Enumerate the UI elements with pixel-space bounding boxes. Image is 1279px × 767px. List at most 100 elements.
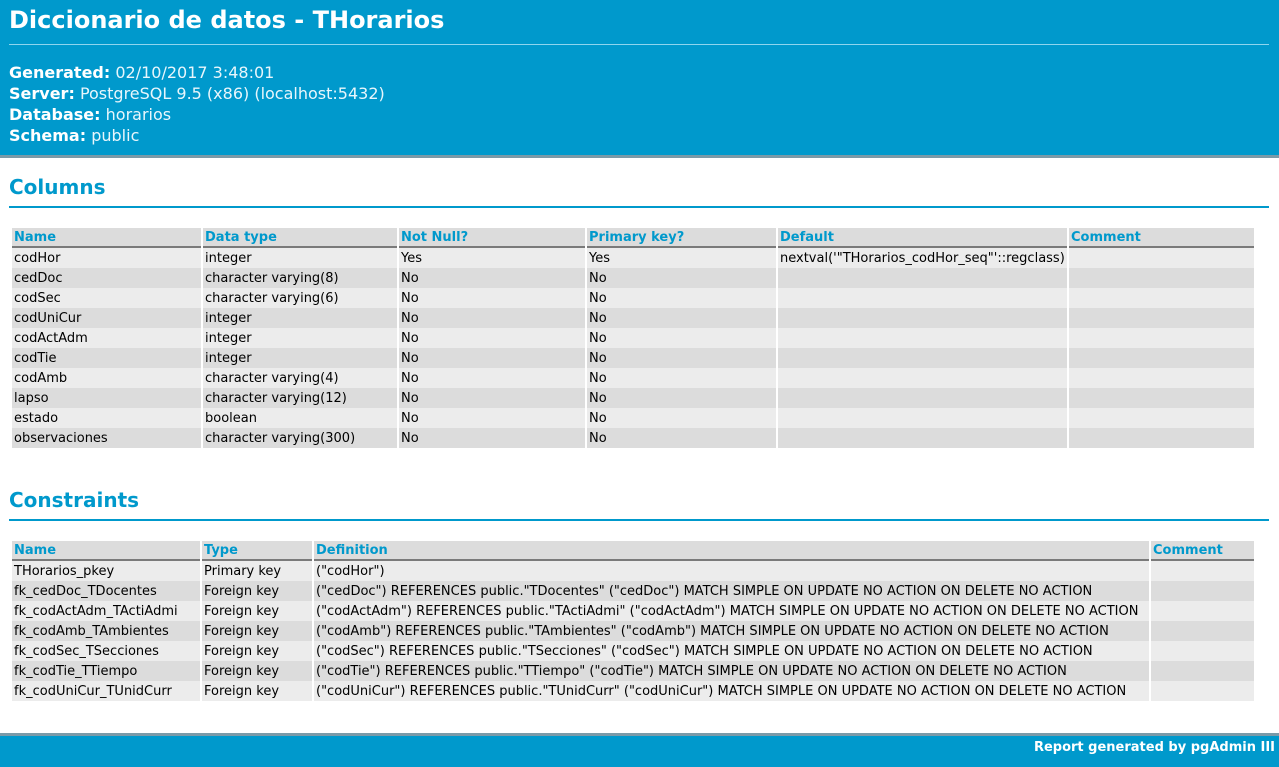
table-cell: boolean — [203, 408, 397, 428]
column-header: Comment — [1069, 228, 1254, 248]
column-header: Type — [202, 541, 312, 561]
table-cell — [1069, 428, 1254, 448]
table-row: fk_codUniCur_TUnidCurr Foreign key ("codUn… — [12, 681, 1254, 701]
meta-value: public — [91, 126, 140, 145]
table-row: codHor integer Yes Yes nextval('"THorarios_c… — [12, 248, 1254, 268]
table-cell: lapso — [12, 388, 201, 408]
table-cell — [1151, 621, 1254, 641]
column-header: Default — [778, 228, 1067, 248]
table-cell: character varying(8) — [203, 268, 397, 288]
table-cell — [1151, 661, 1254, 681]
report-header: Diccionario de datos - THorarios Generat… — [0, 0, 1279, 155]
header-divider — [9, 44, 1269, 45]
table-cell — [778, 268, 1067, 288]
columns-table: Name Data type Not Null? Primary key? De… — [10, 228, 1256, 448]
table-row: fk_codTie_TTiempo Foreign key ("codTie") R… — [12, 661, 1254, 681]
column-header: Not Null? — [399, 228, 585, 248]
table-cell — [1151, 601, 1254, 621]
table-cell — [1069, 388, 1254, 408]
table-cell — [1151, 681, 1254, 701]
meta-key: Database: — [9, 105, 101, 124]
meta-value: 02/10/2017 3:48:01 — [115, 63, 275, 82]
table-cell: fk_codActAdm_TActiAdmi — [12, 601, 200, 621]
table-cell: No — [587, 308, 776, 328]
table-cell: No — [399, 288, 585, 308]
table-cell: character varying(6) — [203, 288, 397, 308]
table-cell: integer — [203, 328, 397, 348]
column-header: Data type — [203, 228, 397, 248]
table-row: fk_cedDoc_TDocentes Foreign key ("cedDoc")… — [12, 581, 1254, 601]
table-cell: ("cedDoc") REFERENCES public."TDocentes"… — [314, 581, 1149, 601]
table-cell: No — [587, 268, 776, 288]
table-cell: codSec — [12, 288, 201, 308]
table-cell: integer — [203, 348, 397, 368]
table-cell — [1069, 328, 1254, 348]
meta-schema: Schema: public — [9, 125, 385, 146]
table-cell — [1069, 348, 1254, 368]
table-cell: estado — [12, 408, 201, 428]
table-cell: fk_codAmb_TAmbientes — [12, 621, 200, 641]
table-cell — [778, 308, 1067, 328]
table-cell: No — [587, 328, 776, 348]
table-cell: codAmb — [12, 368, 201, 388]
table-cell: fk_codSec_TSecciones — [12, 641, 200, 661]
constraints-heading: Constraints — [9, 488, 140, 512]
table-cell: character varying(300) — [203, 428, 397, 448]
table-cell: nextval('"THorarios_codHor_seq"'::regcla… — [778, 248, 1067, 268]
table-cell: integer — [203, 248, 397, 268]
table-cell: Primary key — [202, 561, 312, 581]
table-cell: No — [399, 428, 585, 448]
meta-value: horarios — [105, 105, 172, 124]
table-row: cedDoc character varying(8) No No — [12, 268, 1254, 288]
table-cell: No — [399, 328, 585, 348]
table-cell: codUniCur — [12, 308, 201, 328]
constraints-header-row: Name Type Definition Comment — [12, 541, 1254, 561]
table-cell: No — [587, 388, 776, 408]
table-cell: Foreign key — [202, 621, 312, 641]
table-cell: THorarios_pkey — [12, 561, 200, 581]
table-cell — [778, 288, 1067, 308]
table-cell: fk_cedDoc_TDocentes — [12, 581, 200, 601]
table-row: codSec character varying(6) No No — [12, 288, 1254, 308]
table-cell: No — [587, 288, 776, 308]
table-cell: No — [587, 348, 776, 368]
meta-generated: Generated: 02/10/2017 3:48:01 — [9, 62, 385, 83]
table-cell: ("codSec") REFERENCES public."TSecciones… — [314, 641, 1149, 661]
table-cell: No — [587, 428, 776, 448]
table-cell: Foreign key — [202, 661, 312, 681]
constraints-table: Name Type Definition Comment THorarios_p… — [10, 541, 1256, 701]
table-cell: ("codActAdm") REFERENCES public."TActiAd… — [314, 601, 1149, 621]
columns-table-body: codHor integer Yes Yes nextval('"THorarios_c… — [12, 248, 1254, 448]
table-cell — [1069, 308, 1254, 328]
table-cell: character varying(4) — [203, 368, 397, 388]
columns-heading: Columns — [9, 175, 106, 199]
table-cell: No — [399, 268, 585, 288]
table-cell: ("codTie") REFERENCES public."TTiempo" (… — [314, 661, 1149, 681]
table-cell: Yes — [399, 248, 585, 268]
table-row: fk_codSec_TSecciones Foreign key ("codSec"… — [12, 641, 1254, 661]
table-cell: No — [587, 408, 776, 428]
meta-database: Database: horarios — [9, 104, 385, 125]
table-cell — [1151, 641, 1254, 661]
table-cell — [778, 368, 1067, 388]
table-row: codUniCur integer No No — [12, 308, 1254, 328]
header-bottom-border — [0, 155, 1279, 158]
footer-credit: Report generated by pgAdmin III — [1033, 740, 1275, 755]
table-cell: No — [399, 308, 585, 328]
table-cell — [1069, 368, 1254, 388]
table-cell: No — [399, 408, 585, 428]
column-header: Name — [12, 541, 200, 561]
table-row: THorarios_pkey Primary key ("codHor") — [12, 561, 1254, 581]
table-cell: integer — [203, 308, 397, 328]
table-cell: No — [587, 368, 776, 388]
table-cell: observaciones — [12, 428, 201, 448]
table-cell — [778, 408, 1067, 428]
page-title: Diccionario de datos - THorarios — [9, 6, 445, 34]
table-cell: fk_codTie_TTiempo — [12, 661, 200, 681]
constraints-table-body: THorarios_pkey Primary key ("codHor") fk_ce… — [12, 561, 1254, 701]
table-cell — [1069, 268, 1254, 288]
meta-value: PostgreSQL 9.5 (x86) (localhost:5432) — [79, 84, 385, 103]
meta-key: Generated: — [9, 63, 111, 82]
table-cell — [1069, 248, 1254, 268]
table-cell — [1069, 288, 1254, 308]
